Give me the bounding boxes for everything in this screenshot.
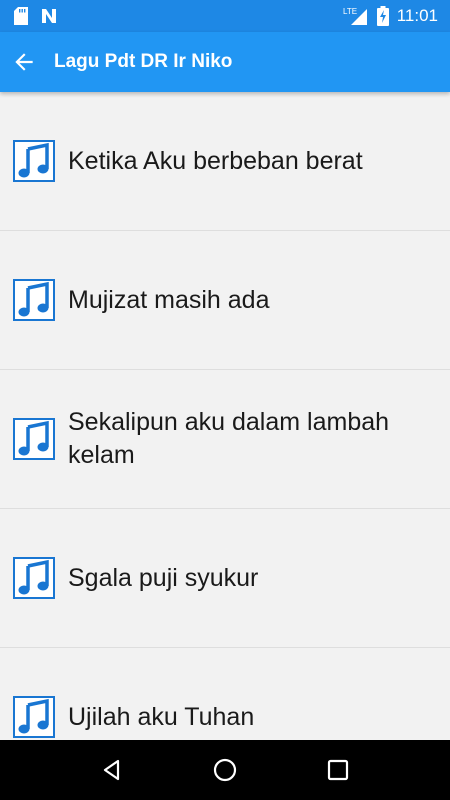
song-title: Sgala puji syukur xyxy=(68,563,259,592)
lte-signal-icon: LTE xyxy=(343,7,367,25)
app-bar: Lagu Pdt DR Ir Niko xyxy=(0,32,450,92)
status-right-icons: LTE 11:01 xyxy=(343,0,438,32)
page-title: Lagu Pdt DR Ir Niko xyxy=(54,51,233,72)
song-title: Mujizat masih ada xyxy=(68,285,270,314)
battery-charging-icon xyxy=(376,6,389,26)
status-time: 11:01 xyxy=(396,6,438,25)
nav-recents-button[interactable] xyxy=(318,750,358,790)
back-nav-icon xyxy=(103,759,119,781)
song-list-item[interactable]: Sgala puji syukur xyxy=(0,509,450,648)
nav-back-button[interactable] xyxy=(92,750,132,790)
status-bar: LTE 11:01 xyxy=(0,0,450,32)
song-title: Sekalipun aku dalam lambah kelam xyxy=(68,408,390,469)
song-list-item[interactable]: Ketika Aku berbeban berat xyxy=(0,92,450,231)
music-note-icon xyxy=(13,696,55,738)
status-left-icons xyxy=(14,7,58,25)
music-note-icon xyxy=(13,557,55,599)
music-note-icon xyxy=(13,418,55,460)
song-list[interactable]: Ketika Aku berbeban berat Mujizat masih … xyxy=(0,92,450,740)
music-note-icon xyxy=(13,140,55,182)
n-notification-icon xyxy=(42,9,56,23)
music-note-icon xyxy=(13,279,55,321)
song-title: Ketika Aku berbeban berat xyxy=(68,146,363,175)
arrow-back-icon xyxy=(15,53,33,71)
recents-nav-icon xyxy=(328,759,349,781)
song-list-item[interactable]: Sekalipun aku dalam lambah kelam xyxy=(0,370,450,509)
navigation-bar xyxy=(0,740,450,800)
back-button[interactable] xyxy=(4,42,44,82)
song-list-item[interactable]: Mujizat masih ada xyxy=(0,231,450,370)
sd-card-icon xyxy=(14,7,28,25)
home-nav-icon xyxy=(213,758,237,782)
nav-home-button[interactable] xyxy=(205,750,245,790)
song-title: Ujilah aku Tuhan xyxy=(68,702,255,731)
lte-label: LTE xyxy=(343,7,357,16)
song-list-item[interactable]: Ujilah aku Tuhan xyxy=(0,648,450,740)
